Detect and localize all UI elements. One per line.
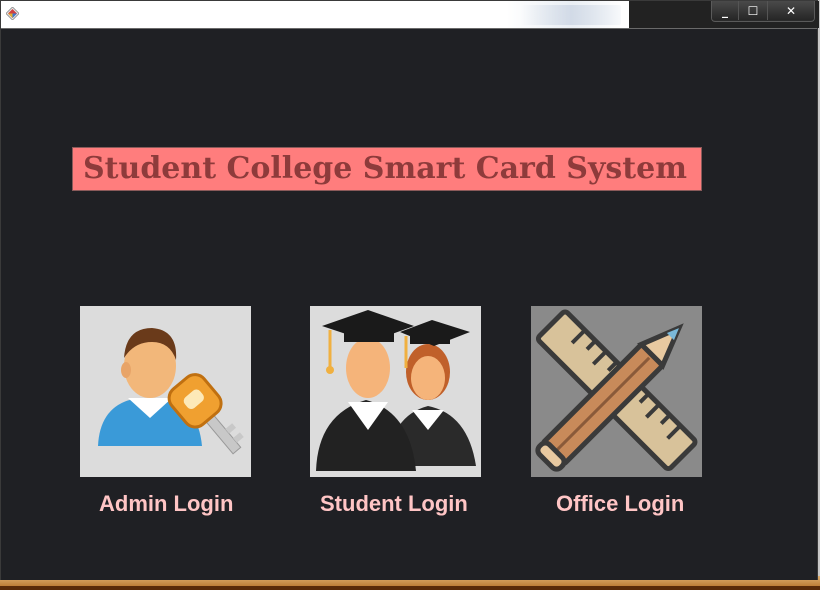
app-title-banner: Student College Smart Card System: [72, 147, 702, 191]
maximize-button[interactable]: ☐: [738, 1, 767, 20]
main-panel: Student College Smart Card System Admin …: [1, 28, 817, 580]
student-login-tile[interactable]: [310, 306, 481, 477]
graduates-icon: [310, 306, 481, 477]
app-window: _ ☐ ✕ Student College Smart Card System: [0, 0, 819, 580]
office-login-label[interactable]: Office Login: [556, 491, 684, 517]
admin-login-label[interactable]: Admin Login: [99, 491, 233, 517]
title-bar[interactable]: _ ☐ ✕: [1, 1, 819, 28]
minimize-button[interactable]: _: [712, 1, 738, 20]
desktop-edge-shadow: [0, 586, 820, 590]
window-controls: _ ☐ ✕: [711, 1, 815, 22]
student-login-label[interactable]: Student Login: [320, 491, 468, 517]
app-icon: [6, 7, 19, 20]
title-bar-glare: [521, 5, 621, 25]
pencil-ruler-icon: [531, 306, 702, 477]
admin-key-icon: [80, 306, 251, 477]
admin-login-tile[interactable]: [80, 306, 251, 477]
close-button[interactable]: ✕: [767, 1, 814, 20]
office-login-tile[interactable]: [531, 306, 702, 477]
